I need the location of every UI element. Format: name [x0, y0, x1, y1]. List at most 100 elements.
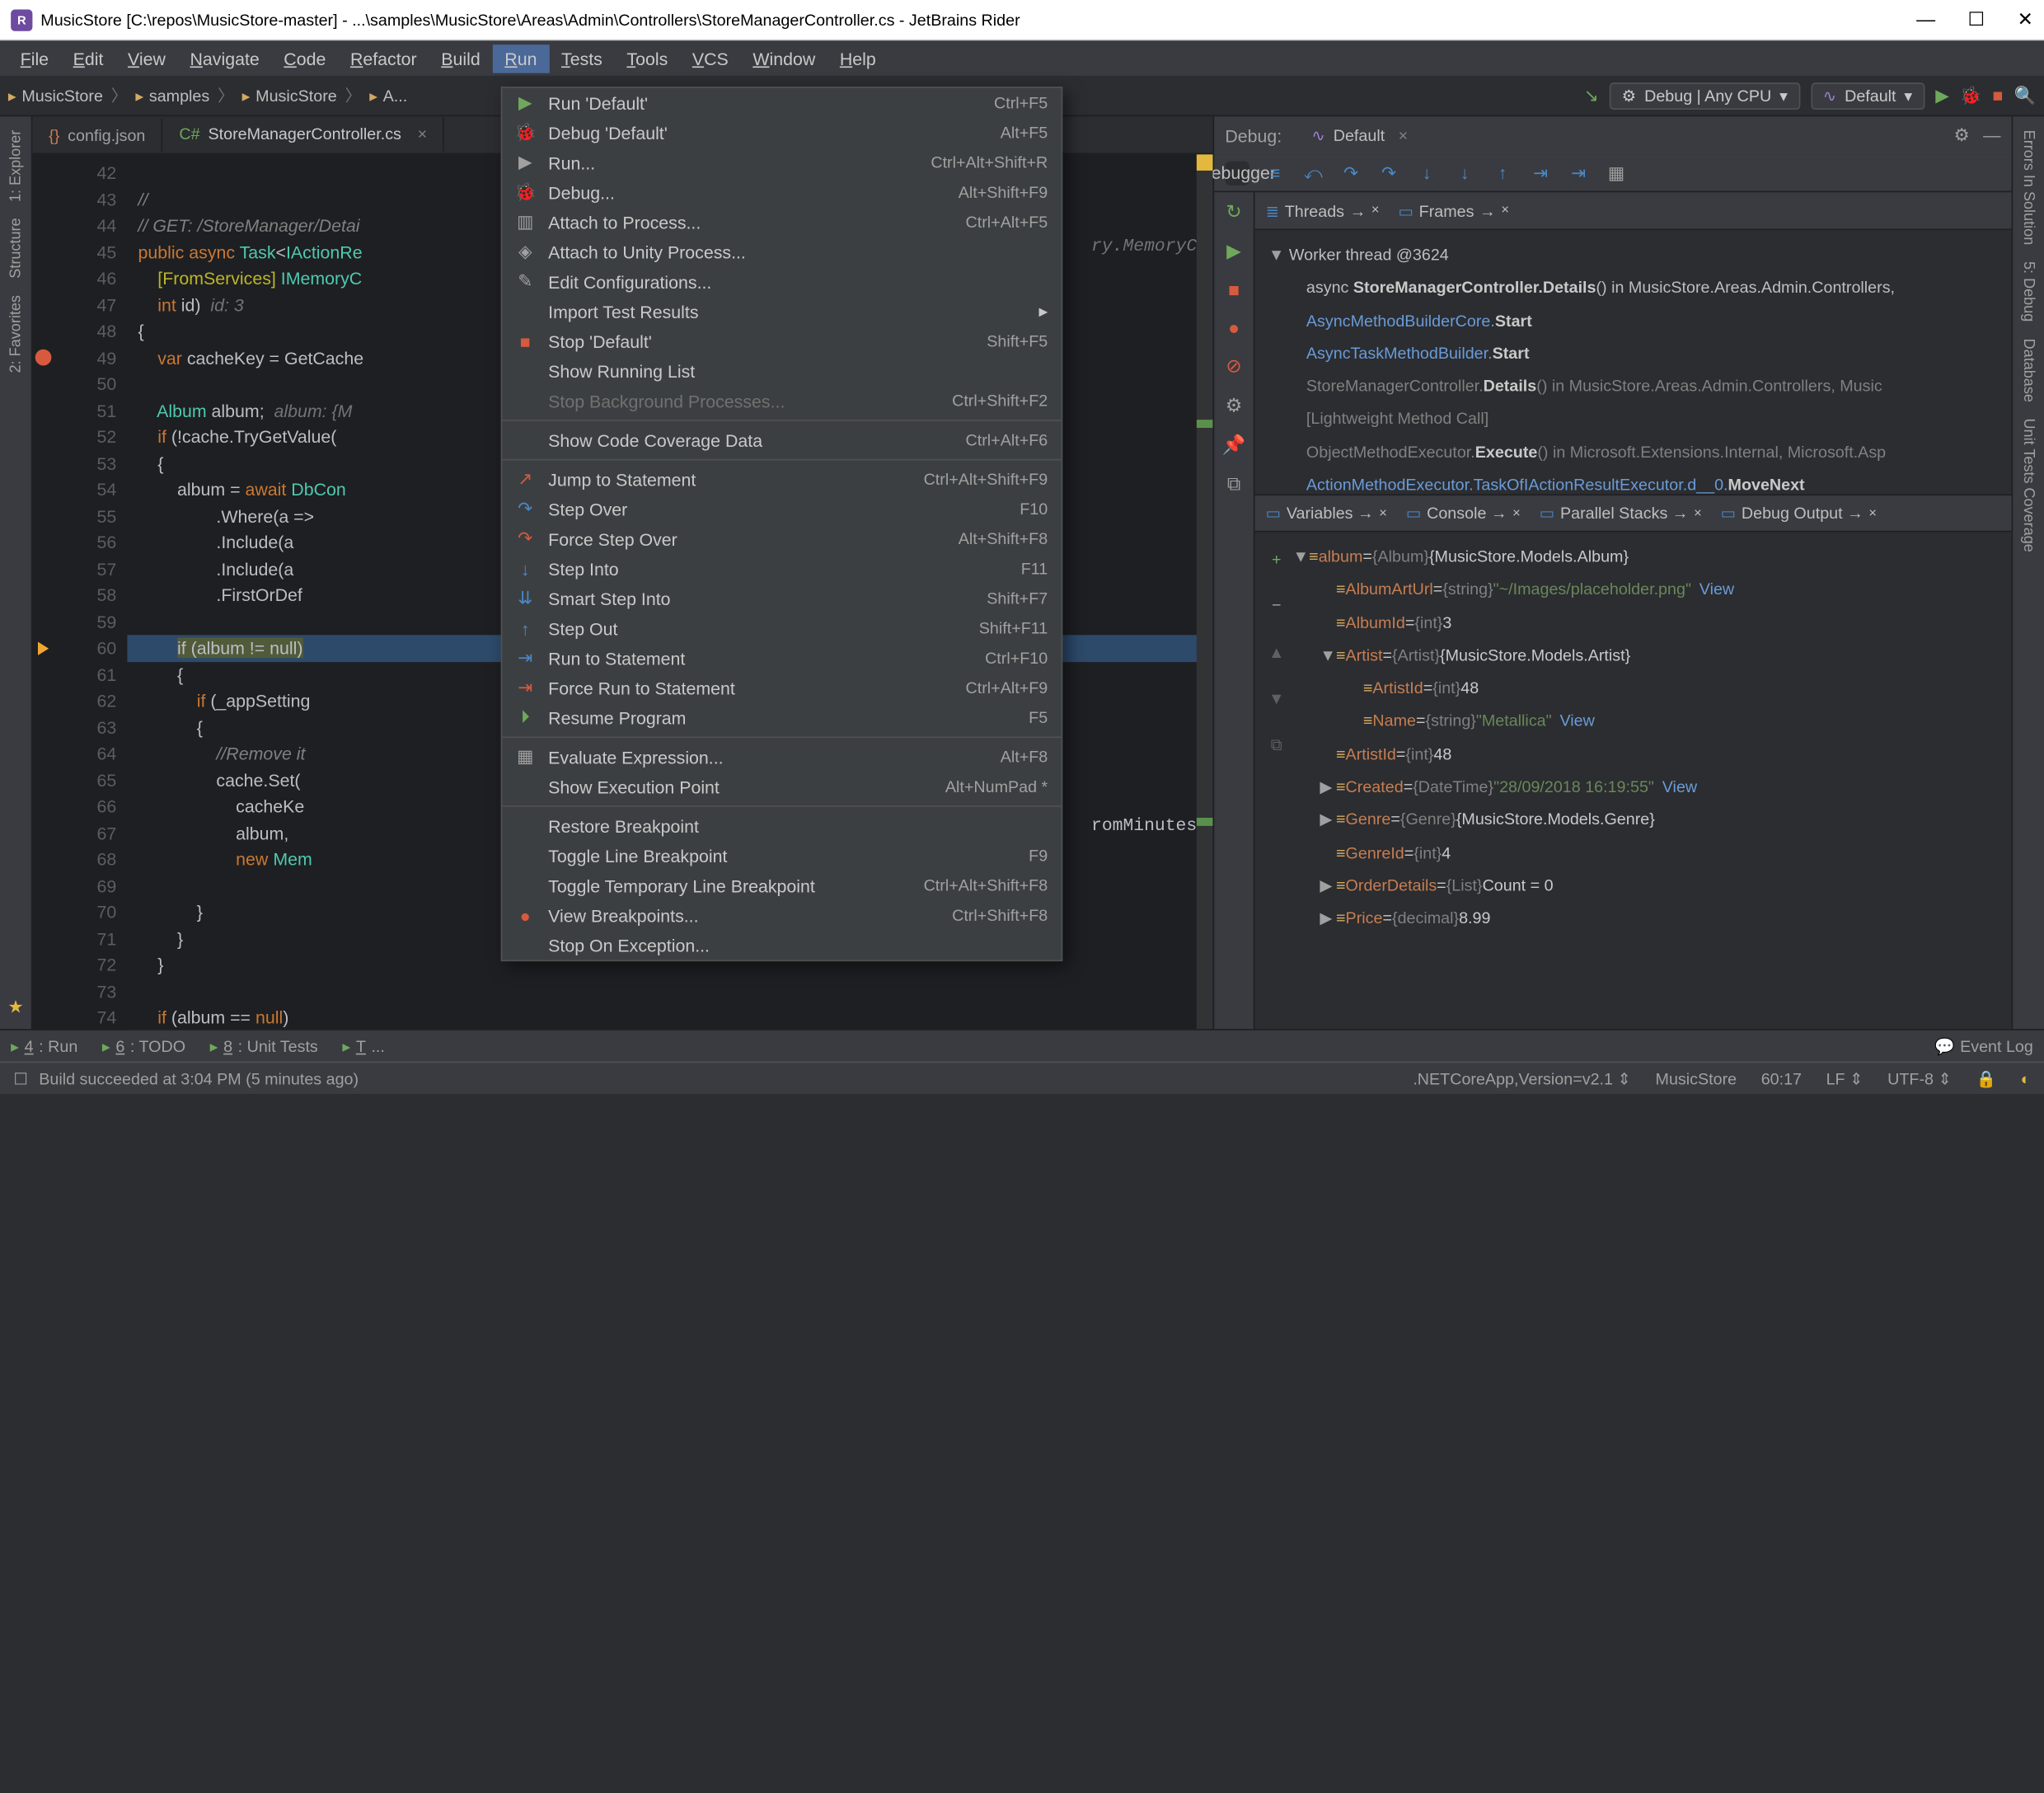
menu-item[interactable]: ▥Attach to Process...Ctrl+Alt+F5	[502, 207, 1061, 237]
stack-frame[interactable]: [Lightweight Method Call]	[1268, 403, 1998, 436]
menu-item[interactable]: ↑Step OutShift+F11	[502, 613, 1061, 643]
variable-row[interactable]: ▼ ≡ Artist = {Artist} {MusicStore.Models…	[1292, 639, 2006, 672]
variable-row[interactable]: ▶ ≡ Price = {decimal} 8.99	[1292, 902, 2006, 935]
gear-icon[interactable]: ⚙	[1954, 124, 1970, 146]
stack-frame[interactable]: AsyncTaskMethodBuilder.Start	[1268, 337, 1998, 370]
copy-icon[interactable]: ⧉	[1271, 729, 1282, 762]
variable-row[interactable]: ≡ ArtistId = {int} 48	[1292, 672, 2006, 705]
menu-item[interactable]: ◈Attach to Unity Process...	[502, 237, 1061, 266]
menu-item[interactable]: Show Running List	[502, 356, 1061, 386]
editor-tab[interactable]: {} config.json	[32, 119, 162, 151]
mute-bp-icon[interactable]: ⊘	[1226, 354, 1241, 378]
menu-build[interactable]: Build	[429, 44, 492, 72]
close-icon[interactable]: ×	[1399, 126, 1409, 145]
menu-run[interactable]: Run	[492, 44, 549, 72]
menu-item[interactable]: ↓Step IntoF11	[502, 554, 1061, 584]
menu-item[interactable]: ⇥Run to StatementCtrl+F10	[502, 643, 1061, 673]
minimize-panel-icon[interactable]: —	[1983, 124, 2000, 146]
minimize-button[interactable]: —	[1916, 8, 1935, 31]
menu-item[interactable]: ✎Edit Configurations...	[502, 267, 1061, 297]
step-out-icon[interactable]: ↑	[1490, 161, 1515, 185]
down-icon[interactable]: ▼	[1268, 683, 1285, 716]
stack-frame[interactable]: ActionMethodExecutor.TaskOfIActionResult…	[1268, 468, 1998, 494]
bottom-tab[interactable]: ▸ 6: TODO	[102, 1036, 185, 1055]
menu-code[interactable]: Code	[272, 44, 339, 72]
debugger-tab[interactable]: Debugger	[1225, 161, 1249, 185]
menu-tools[interactable]: Tools	[615, 44, 680, 72]
context-label[interactable]: MusicStore	[1656, 1069, 1737, 1088]
frames-list[interactable]: ▼ Worker thread @3624 async StoreManager…	[1254, 230, 2011, 494]
menu-item[interactable]: ⏵Resume ProgramF5	[502, 702, 1061, 732]
step-into-2-icon[interactable]: ↓	[1452, 161, 1477, 185]
up-icon[interactable]: ▲	[1268, 636, 1285, 669]
target-framework[interactable]: .NETCoreApp,Version=v2.1 ⇕	[1413, 1069, 1631, 1088]
threads-tab[interactable]: ≣Threads →×	[1266, 201, 1380, 220]
menu-item[interactable]: ■Stop 'Default'Shift+F5	[502, 326, 1061, 356]
menu-item[interactable]: ⇊Smart Step IntoShift+F7	[502, 584, 1061, 613]
vars-tab[interactable]: ▭ Parallel Stacks →×	[1540, 504, 1702, 523]
menu-item[interactable]: ↗Jump to StatementCtrl+Alt+Shift+F9	[502, 464, 1061, 494]
tool-tab[interactable]: 1: Explorer	[7, 130, 24, 202]
variable-row[interactable]: ▶ ≡ Genre = {Genre} {MusicStore.Models.G…	[1292, 804, 2006, 837]
menu-item[interactable]: Import Test Results▸	[502, 297, 1061, 326]
force-run-icon[interactable]: ⇥	[1566, 161, 1591, 185]
breadcrumb-item[interactable]: ▸ samples	[135, 86, 209, 105]
menu-view[interactable]: View	[115, 44, 177, 72]
menu-item[interactable]: ↷Force Step OverAlt+Shift+F8	[502, 524, 1061, 554]
menu-item[interactable]: ●View Breakpoints...Ctrl+Shift+F8	[502, 900, 1061, 930]
link-icon[interactable]: ⧉	[1227, 472, 1240, 495]
search-button[interactable]: 🔍	[2014, 85, 2037, 106]
menu-item[interactable]: Toggle Temporary Line BreakpointCtrl+Alt…	[502, 871, 1061, 900]
close-button[interactable]: ✕	[2018, 8, 2033, 31]
bottom-tab[interactable]: ▸ 4: Run	[11, 1036, 77, 1055]
menu-navigate[interactable]: Navigate	[178, 44, 272, 72]
variable-row[interactable]: ≡ GenreId = {int} 4	[1292, 836, 2006, 869]
step-into-icon[interactable]: ↓	[1414, 161, 1439, 185]
threads-icon[interactable]: ≡	[1263, 161, 1287, 185]
variable-row[interactable]: ≡ ArtistId = {int} 48	[1292, 738, 2006, 771]
stack-frame[interactable]: AsyncMethodBuilderCore.Start	[1268, 304, 1998, 337]
variable-row[interactable]: ≡ AlbumArtUrl = {string} "~/Images/place…	[1292, 573, 2006, 606]
variables-tree[interactable]: + − ▲ ▼ ⧉ ▼ ≡ album = {Album} {MusicStor…	[1254, 532, 2011, 1029]
editor-tab[interactable]: C# StoreManagerController.cs ×	[163, 117, 445, 153]
stack-frame[interactable]: StoreManagerController.Details() in Musi…	[1268, 370, 1998, 403]
breadcrumb-item[interactable]: ▸ MusicStore	[8, 86, 103, 105]
rerun-icon[interactable]: ↻	[1226, 200, 1241, 223]
debug-session-tab[interactable]: ∿ Default ×	[1301, 120, 1418, 150]
stop-button[interactable]: ■	[1993, 85, 2004, 106]
stack-frame[interactable]: ObjectMethodExecutor.Execute() in Micros…	[1268, 435, 1998, 468]
inspector-icon[interactable]: ◐	[2021, 1069, 2031, 1088]
remove-watch-icon[interactable]: −	[1272, 589, 1282, 622]
variable-row[interactable]: ▼ ≡ album = {Album} {MusicStore.Models.A…	[1292, 540, 2006, 573]
menu-tests[interactable]: Tests	[549, 44, 614, 72]
variable-row[interactable]: ≡ Name = {string} "Metallica"View	[1292, 705, 2006, 738]
menu-item[interactable]: Stop On Exception...	[502, 930, 1061, 960]
menu-item[interactable]: Stop Background Processes...Ctrl+Shift+F…	[502, 386, 1061, 415]
breadcrumb-item[interactable]: ▸ A...	[369, 86, 407, 105]
frames-tab[interactable]: ▭Frames →×	[1398, 201, 1508, 220]
breadcrumb-item[interactable]: ▸ MusicStore	[242, 86, 337, 105]
menu-item[interactable]: ↷Step OverF10	[502, 494, 1061, 523]
variable-row[interactable]: ▶ ≡ OrderDetails = {List} Count = 0	[1292, 869, 2006, 902]
tool-tab[interactable]: Unit Tests Coverage	[2020, 418, 2037, 552]
vars-tab[interactable]: ▭ Variables →×	[1266, 504, 1387, 523]
step-back-icon[interactable]: ⤺	[1301, 161, 1325, 185]
tool-tab[interactable]: 2: Favorites	[7, 295, 24, 373]
add-watch-icon[interactable]: +	[1272, 543, 1282, 576]
encoding[interactable]: UTF-8 ⇕	[1887, 1069, 1952, 1088]
vars-tab[interactable]: ▭ Console →×	[1406, 504, 1521, 523]
line-ending[interactable]: LF ⇕	[1826, 1069, 1864, 1088]
step-over-icon[interactable]: ↷	[1338, 161, 1363, 185]
tool-tab[interactable]: Structure	[7, 218, 24, 279]
tool-tab[interactable]: Errors In Solution	[2020, 130, 2037, 246]
variable-row[interactable]: ▶ ≡ Created = {DateTime} "28/09/2018 16:…	[1292, 771, 2006, 804]
event-log-tab[interactable]: 💬 Event Log	[1934, 1036, 2033, 1055]
menu-item[interactable]: ⇥Force Run to StatementCtrl+Alt+F9	[502, 673, 1061, 702]
stop-icon[interactable]: ■	[1228, 279, 1240, 300]
run-to-icon[interactable]: ⇥	[1528, 161, 1553, 185]
favorites-icon[interactable]: ★	[7, 997, 23, 1018]
lock-icon[interactable]: 🔒	[1976, 1069, 1997, 1088]
eval-icon[interactable]: ▦	[1604, 161, 1629, 185]
menu-item[interactable]: Show Execution PointAlt+NumPad *	[502, 772, 1061, 801]
maximize-button[interactable]: ☐	[1968, 8, 1985, 31]
